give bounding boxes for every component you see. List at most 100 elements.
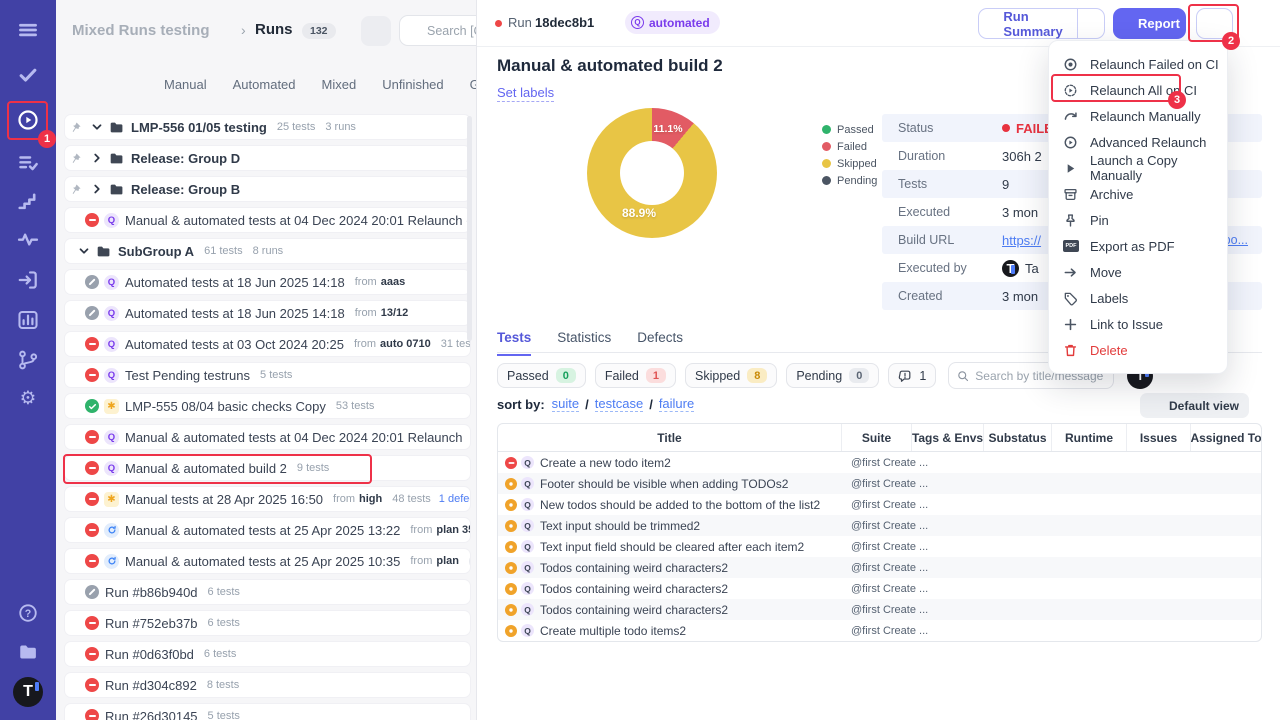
sidebar-item-import[interactable] [0,262,56,298]
menu-item-delete[interactable]: Delete [1049,337,1227,363]
column-header[interactable]: Suite [842,424,912,451]
runs-tab-unfinished[interactable]: Unfinished [382,77,443,92]
run-list-item[interactable]: Q Test Pending testruns 5 tests [64,362,471,388]
run-summary-button[interactable]: Run Summary [978,8,1105,39]
sidebar-item-pulse[interactable] [0,221,56,257]
runs-tab-manual[interactable]: Manual [164,77,207,92]
executed-by-avatar[interactable]: T [1002,259,1019,277]
run-group-row[interactable]: Release: Group D [64,145,471,171]
column-header[interactable]: Runtime [1052,424,1127,451]
filter-button[interactable] [361,16,391,46]
menu-item-link-to-issue[interactable]: Link to Issue [1049,311,1227,337]
run-summary-more-button[interactable] [1076,9,1108,38]
sort-link-suite[interactable]: suite [551,396,580,412]
run-list-item[interactable]: Manual & automated tests at 25 Apr 2025 … [64,548,471,574]
run-list-item[interactable]: Q Automated tests at 18 Jun 2025 14:18 fro… [64,269,471,295]
run-group-row[interactable]: LMP-556 01/05 testing 25 tests 3 runs [64,114,471,140]
filter-chip-passed[interactable]: Passed 0 [497,363,586,388]
menu-item-advanced-relaunch[interactable]: Advanced Relaunch [1049,129,1227,155]
default-view-button[interactable]: Default view [1140,393,1250,418]
test-row[interactable]: Q Todos containing weird characters2 @firs… [498,578,1261,599]
column-header[interactable]: Title [498,424,842,451]
breadcrumb-project[interactable]: Mixed Runs testing [72,22,210,39]
column-header[interactable]: Substatus [984,424,1052,451]
run-list-item[interactable]: Q Manual & automated tests at 04 Dec 2024… [64,207,471,233]
filter-chip-skipped[interactable]: Skipped 8 [685,363,778,388]
column-header[interactable]: Assigned To [1191,424,1261,451]
test-row[interactable]: Q Text input should be trimmed2 @first Cre… [498,515,1261,536]
automated-badge[interactable]: Q automated [625,11,720,34]
runs-search-input[interactable] [427,23,476,38]
sliders-icon[interactable] [1244,397,1260,413]
menu-item-archive[interactable]: Archive [1049,181,1227,207]
sidebar-item-steps[interactable] [0,183,56,219]
chevron-right-icon[interactable] [90,151,104,165]
run-label: Manual & automated tests at 04 Dec 2024 … [125,212,470,228]
menu-item-relaunch-all-on-ci[interactable]: Relaunch All on CI [1049,77,1227,103]
filter-chip-label: Skipped [695,368,741,383]
sidebar-user-avatar[interactable]: T [0,674,56,710]
test-row[interactable]: Q New todos should be added to the bottom… [498,494,1261,515]
chevron-right-icon[interactable] [90,182,104,196]
run-list-item[interactable]: Run #26d30145 5 tests [64,703,471,720]
test-row[interactable]: Q Footer should be visible when adding TO… [498,473,1261,494]
run-list-item[interactable]: ✱ Manual tests at 28 Apr 2025 16:50 from hi… [64,486,471,512]
menu-item-labels[interactable]: Labels [1049,285,1227,311]
menu-item-export-as-pdf[interactable]: PDF Export as PDF [1049,233,1227,259]
runs-tab-groups[interactable]: Groups [470,77,476,92]
runs-tab-automated[interactable]: Automated [233,77,296,92]
run-list-item[interactable]: Run #b86b940d 6 tests [64,579,471,605]
run-group-row[interactable]: Release: Group B [64,176,471,202]
menu-item-pin[interactable]: Pin [1049,207,1227,233]
sidebar-item-menu[interactable] [0,12,56,48]
test-row[interactable]: Q Todos containing weird characters2 @firs… [498,557,1261,578]
chevron-down-icon[interactable] [77,244,91,258]
column-header[interactable]: Tags & Envs [912,424,984,451]
comments-filter-chip[interactable]: 1 [888,363,937,388]
breadcrumb-section[interactable]: Runs [255,21,293,38]
build-url-link[interactable]: https:// [1002,233,1041,248]
menu-item-relaunch-failed-on-ci[interactable]: Relaunch Failed on CI [1049,51,1227,77]
run-list-item[interactable]: Q Manual & automated build 2 9 tests [64,455,471,481]
sidebar-item-check[interactable] [0,57,56,93]
filter-chip-pending[interactable]: Pending 0 [786,363,880,388]
test-row[interactable]: Q Create multiple todo items2 @first Creat… [498,620,1261,641]
sidebar-item-folder[interactable] [0,634,56,670]
user-avatar[interactable]: T [13,677,43,707]
copy-icon[interactable] [600,14,616,30]
more-actions-button[interactable] [1196,8,1233,39]
sort-link-testcase[interactable]: testcase [594,396,644,412]
sidebar-item-list-check[interactable] [0,145,56,181]
column-header[interactable]: Issues [1127,424,1191,451]
run-list-item[interactable]: Run #d304c892 8 tests [64,672,471,698]
detail-close-icon[interactable] [1241,14,1257,30]
filter-chip-failed[interactable]: Failed 1 [594,363,676,388]
run-list-item[interactable]: Q Automated tests at 03 Oct 2024 20:25 fro… [64,331,471,357]
sidebar-item-play-circle[interactable] [0,102,56,138]
test-row[interactable]: Q Todos containing weird characters2 @firs… [498,599,1261,620]
test-row[interactable]: Q Text input field should be cleared afte… [498,536,1261,557]
sidebar-item-gear[interactable]: ⚙ [0,380,56,416]
menu-item-launch-a-copy-manually[interactable]: Launch a Copy Manually [1049,153,1227,183]
run-list-item[interactable]: Q Automated tests at 18 Jun 2025 14:18 fro… [64,300,471,326]
run-list-item[interactable]: ✱ LMP-555 08/04 basic checks Copy 53 tests [64,393,471,419]
runs-tab-mixed[interactable]: Mixed [322,77,357,92]
run-label: Automated tests at 18 Jun 2025 14:18 [125,305,345,321]
menu-item-relaunch-manually[interactable]: Relaunch Manually [1049,103,1227,129]
menu-item-move[interactable]: Move [1049,259,1227,285]
run-list-item[interactable]: Run #752eb37b 6 tests [64,610,471,636]
sort-link-failure[interactable]: failure [658,396,695,412]
run-group-row[interactable]: SubGroup A 61 tests 8 runs [64,238,471,264]
sidebar-item-help[interactable]: ? [0,595,56,631]
defects-link[interactable]: 1 defects [439,493,470,505]
chevron-down-icon[interactable] [90,120,104,134]
runs-scrollbar[interactable] [467,116,472,341]
report-button[interactable]: Report [1113,8,1186,39]
set-labels-link[interactable]: Set labels [497,85,555,102]
run-list-item[interactable]: Manual & automated tests at 25 Apr 2025 … [64,517,471,543]
run-list-item[interactable]: Q Manual & automated tests at 04 Dec 2024… [64,424,471,450]
test-row[interactable]: Q Create a new todo item2 @first Create ..… [498,452,1261,473]
sidebar-item-branch[interactable] [0,342,56,378]
sidebar-item-bar-chart[interactable] [0,302,56,338]
run-list-item[interactable]: Run #0d63f0bd 6 tests [64,641,471,667]
